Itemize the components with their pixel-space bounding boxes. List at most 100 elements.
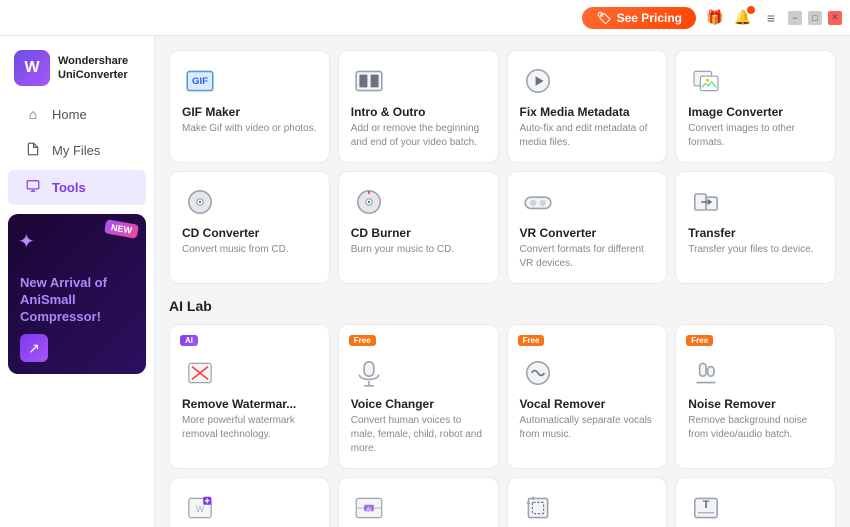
gif-maker-name: GIF Maker — [182, 105, 317, 119]
banner-line2: AniSmall — [20, 292, 76, 307]
banner-title: New Arrival of AniSmall Compressor! — [20, 275, 134, 326]
cd-burner-icon-wrap — [351, 184, 387, 220]
tool-noise-remover[interactable]: Free Noise Remover Remove background noi… — [675, 324, 836, 469]
main-layout: W WondershareUniConverter ⌂ Home My File… — [0, 36, 850, 527]
fix-media-metadata-desc: Auto-fix and edit metadata of media file… — [520, 122, 655, 150]
cd-converter-desc: Convert music from CD. — [182, 243, 317, 257]
free-badge-noise: Free — [686, 335, 713, 346]
tools-label: Tools — [52, 180, 86, 195]
see-pricing-button[interactable]: 🏷 See Pricing — [582, 7, 696, 29]
close-button[interactable]: ✕ — [828, 11, 842, 25]
cd-burner-name: CD Burner — [351, 226, 486, 240]
banner-line1: New Arrival of — [20, 275, 107, 290]
smart-trimmer-icon-wrap: AI — [351, 490, 387, 526]
noise-remover-icon-wrap — [688, 355, 724, 391]
subtitle-editor-icon-wrap: T — [688, 490, 724, 526]
image-converter-icon-wrap — [688, 63, 724, 99]
tool-subtitle-editor[interactable]: T Subtitle Editor A powerful subtitle ed… — [675, 477, 836, 527]
image-converter-name: Image Converter — [688, 105, 823, 119]
maximize-button[interactable]: □ — [808, 11, 822, 25]
see-pricing-label: See Pricing — [617, 11, 682, 25]
transfer-name: Transfer — [688, 226, 823, 240]
cd-converter-name: CD Converter — [182, 226, 317, 240]
noise-remover-desc: Remove background noise from video/audio… — [688, 414, 823, 442]
window-controls: − □ ✕ — [788, 11, 842, 25]
menu-icon[interactable]: ≡ — [762, 9, 780, 27]
remove-watermark-icon-wrap — [182, 355, 218, 391]
tool-image-converter[interactable]: Image Converter Convert images to other … — [675, 50, 836, 163]
tool-vr-converter[interactable]: VR Converter Convert formats for differe… — [507, 171, 668, 284]
transfer-icon-wrap — [688, 184, 724, 220]
banner-sparkle: ✦ — [18, 229, 35, 254]
tool-gif-maker[interactable]: GIF GIF Maker Make Gif with video or pho… — [169, 50, 330, 163]
fix-media-metadata-icon-wrap — [520, 63, 556, 99]
tool-fix-media-metadata[interactable]: Fix Media Metadata Auto-fix and edit met… — [507, 50, 668, 163]
tool-auto-crop[interactable]: Auto Crop Automatically resize videos fo… — [507, 477, 668, 527]
sidebar-item-home[interactable]: ⌂ Home — [8, 97, 146, 131]
app-name: WondershareUniConverter — [58, 54, 128, 83]
fix-media-metadata-name: Fix Media Metadata — [520, 105, 655, 119]
app-icon: W — [14, 50, 50, 86]
notification-icon[interactable]: 🔔 — [734, 9, 752, 27]
free-badge-vocal: Free — [518, 335, 545, 346]
title-bar: 🏷 See Pricing 🎁 🔔 ≡ − □ ✕ — [0, 0, 850, 36]
intro-outro-icon-wrap — [351, 63, 387, 99]
sidebar-banner[interactable]: NEW ✦ New Arrival of AniSmall Compressor… — [8, 214, 146, 374]
tool-cd-converter[interactable]: CD Converter Convert music from CD. — [169, 171, 330, 284]
main-content: GIF GIF Maker Make Gif with video or pho… — [155, 36, 850, 527]
cd-converter-icon-wrap — [182, 184, 218, 220]
vr-converter-name: VR Converter — [520, 226, 655, 240]
vr-converter-desc: Convert formats for different VR devices… — [520, 243, 655, 271]
tool-cd-burner[interactable]: CD Burner Burn your music to CD. — [338, 171, 499, 284]
vocal-remover-icon-wrap — [520, 355, 556, 391]
intro-outro-name: Intro & Outro — [351, 105, 486, 119]
svg-text:W: W — [196, 504, 205, 514]
tool-watermark-editor[interactable]: W Watermark Editor Add or remove waterma… — [169, 477, 330, 527]
free-badge-voice: Free — [349, 335, 376, 346]
gift-icon[interactable]: 🎁 — [706, 9, 724, 27]
minimize-button[interactable]: − — [788, 11, 802, 25]
voice-changer-desc: Convert human voices to male, female, ch… — [351, 414, 486, 456]
svg-text:AI: AI — [366, 507, 372, 513]
tool-smart-trimmer[interactable]: AI Smart Trimmer Automatically trim your… — [338, 477, 499, 527]
noise-remover-name: Noise Remover — [688, 397, 823, 411]
vocal-remover-name: Vocal Remover — [520, 397, 655, 411]
svg-text:GIF: GIF — [192, 76, 208, 87]
auto-crop-icon-wrap — [520, 490, 556, 526]
tools-icon — [24, 179, 42, 196]
transfer-desc: Transfer your files to device. — [688, 243, 823, 257]
home-icon: ⌂ — [24, 106, 42, 122]
tool-vocal-remover[interactable]: Free Vocal Remover Automatically separat… — [507, 324, 668, 469]
voice-changer-icon-wrap — [351, 355, 387, 391]
sidebar-item-tools[interactable]: Tools — [8, 170, 146, 205]
tools-grid: GIF GIF Maker Make Gif with video or pho… — [169, 50, 836, 284]
title-bar-icons: 🎁 🔔 ≡ — [706, 9, 780, 27]
intro-outro-desc: Add or remove the beginning and end of y… — [351, 122, 486, 150]
tool-voice-changer[interactable]: Free Voice Changer Convert human voices … — [338, 324, 499, 469]
sidebar-item-my-files[interactable]: My Files — [8, 133, 146, 168]
ai-badge: AI — [180, 335, 198, 346]
tool-remove-watermark[interactable]: AI Remove Watermar... More powerful wate… — [169, 324, 330, 469]
ai-lab-grid: AI Remove Watermar... More powerful wate… — [169, 324, 836, 527]
sidebar: W WondershareUniConverter ⌂ Home My File… — [0, 36, 155, 527]
tool-intro-outro[interactable]: Intro & Outro Add or remove the beginnin… — [338, 50, 499, 163]
tag-icon: 🏷 — [596, 11, 611, 25]
cd-burner-desc: Burn your music to CD. — [351, 243, 486, 257]
my-files-label: My Files — [52, 143, 100, 158]
tool-transfer[interactable]: Transfer Transfer your files to device. — [675, 171, 836, 284]
voice-changer-name: Voice Changer — [351, 397, 486, 411]
gif-maker-desc: Make Gif with video or photos. — [182, 122, 317, 136]
image-converter-desc: Convert images to other formats. — [688, 122, 823, 150]
remove-watermark-name: Remove Watermar... — [182, 397, 317, 411]
watermark-editor-icon-wrap: W — [182, 490, 218, 526]
home-label: Home — [52, 107, 87, 122]
svg-text:T: T — [703, 499, 710, 511]
notification-badge — [747, 6, 755, 14]
banner-arrow[interactable]: ↗ — [20, 334, 48, 362]
gif-maker-icon-wrap: GIF — [182, 63, 218, 99]
vr-converter-icon-wrap — [520, 184, 556, 220]
files-icon — [24, 142, 42, 159]
ai-lab-title: AI Lab — [169, 298, 836, 314]
banner-line3: Compressor! — [20, 309, 101, 324]
remove-watermark-desc: More powerful watermark removal technolo… — [182, 414, 317, 442]
